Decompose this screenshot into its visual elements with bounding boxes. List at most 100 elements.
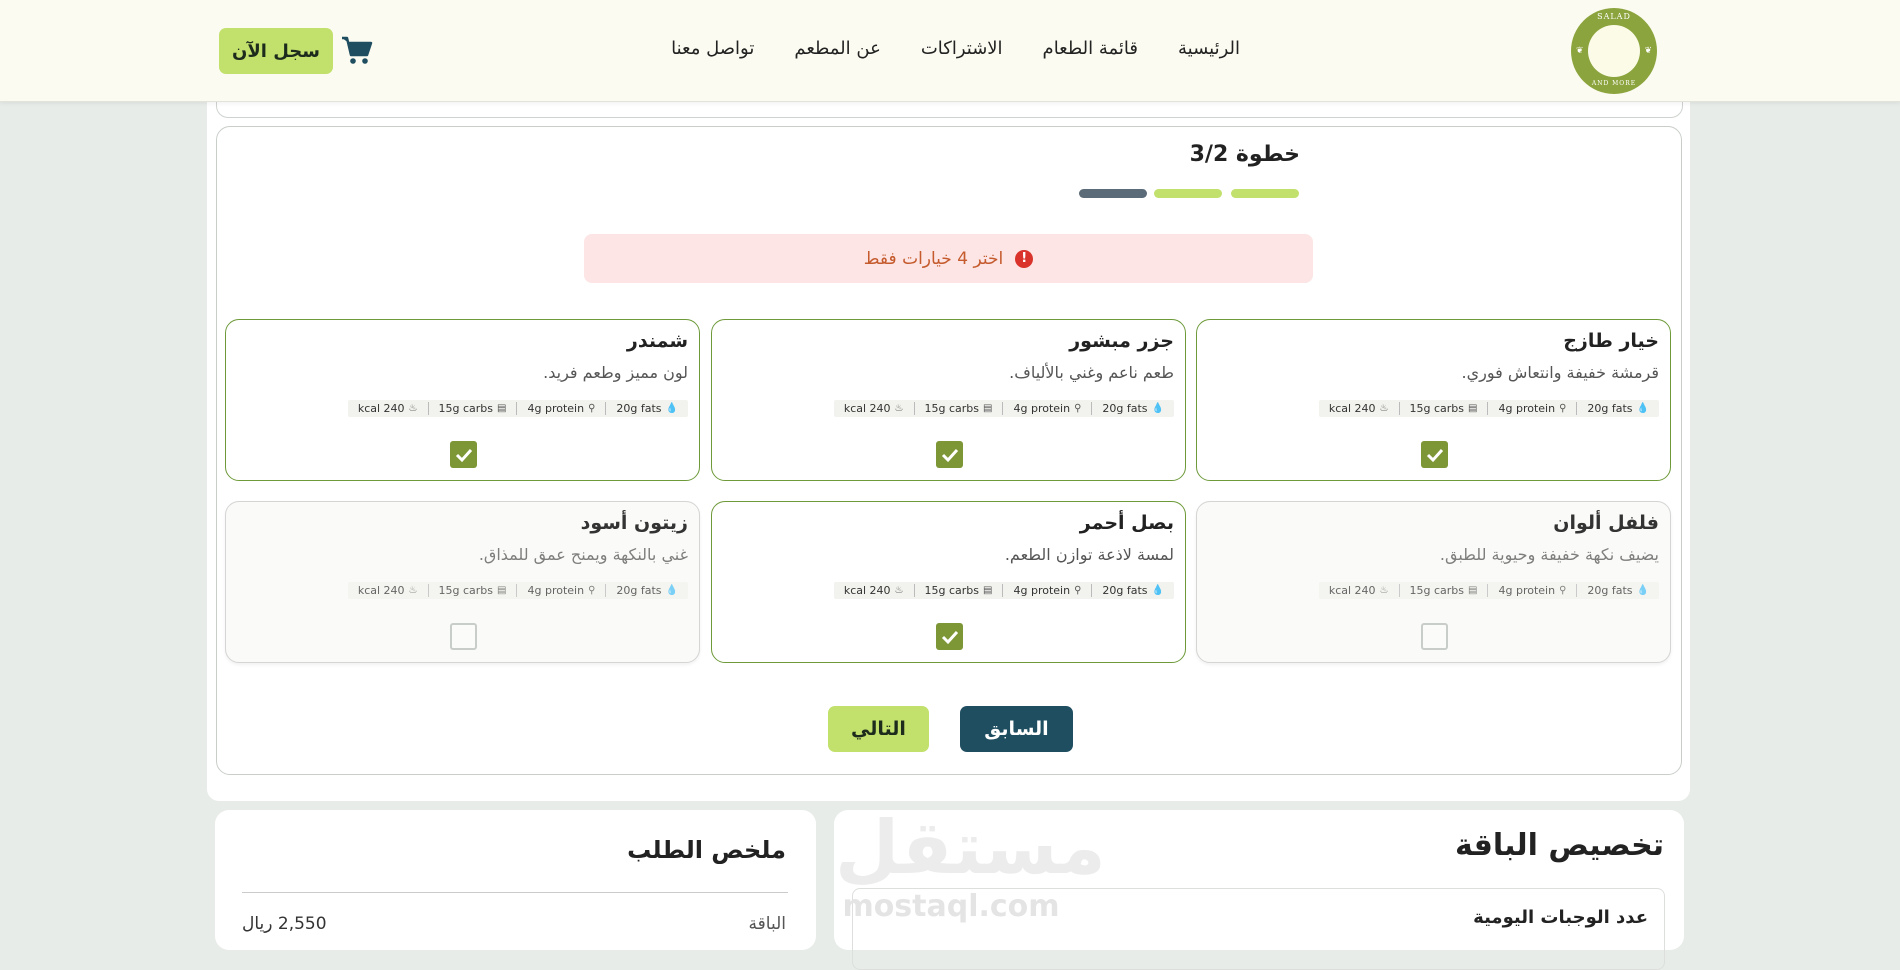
- fats-icon: 💧: [1151, 403, 1164, 414]
- option-description: طعم ناعم وغني بالألياف.: [1009, 363, 1174, 382]
- nav-item-about[interactable]: عن المطعم: [794, 38, 880, 59]
- kcal-value: 240 kcal: [1328, 402, 1376, 415]
- order-summary-card: ملخص الطلب الباقة 2,550 ريال: [215, 810, 816, 950]
- protein-value: 4g protein: [1013, 402, 1071, 415]
- kcal-value: 240 kcal: [1328, 584, 1376, 597]
- option-checkbox[interactable]: [936, 623, 963, 650]
- protein-value: 4g protein: [527, 584, 585, 597]
- watermark-sub: mostaql.com: [842, 889, 1060, 924]
- logo-bottom-text: AND MORE: [1591, 80, 1637, 87]
- carbs-value: 15g carbs: [1409, 584, 1465, 597]
- carbs-icon: ▤: [497, 403, 507, 414]
- check-icon: [941, 630, 958, 644]
- leaf-icon: ❦: [1576, 46, 1584, 56]
- carbs-value: 15g carbs: [438, 402, 494, 415]
- fats-icon: 💧: [665, 403, 678, 414]
- option-description: لون مميز وطعم فريد.: [543, 363, 688, 382]
- option-title: جزر مبشور: [1069, 330, 1174, 352]
- site-logo[interactable]: SALAD ❦ ❦ AND MORE: [1571, 8, 1657, 94]
- fats-icon: 💧: [1151, 585, 1164, 596]
- watermark: مستقل mostaql.com: [835, 805, 1106, 924]
- alert-text: اختر 4 خيارات فقط: [863, 248, 1004, 269]
- fats-icon: 💧: [1636, 585, 1649, 596]
- check-icon: [1426, 448, 1443, 462]
- selection-alert: ! اختر 4 خيارات فقط: [584, 234, 1313, 283]
- carbs-icon: ▤: [1468, 403, 1478, 414]
- fats-icon: 💧: [1636, 403, 1649, 414]
- option-checkbox[interactable]: [1421, 441, 1448, 468]
- option-title: زيتون أسود: [580, 512, 688, 534]
- protein-icon: ⚲: [1559, 585, 1567, 596]
- nutrition-bar: 💧 20g fats ⚲ 4g protein ▤ 15g carbs ♨ 240 kc…: [1318, 400, 1659, 417]
- option-description: يضيف نكهة خفيفة وحيوية للطبق.: [1439, 545, 1659, 564]
- carbs-icon: ▤: [983, 585, 993, 596]
- option-title: خيار طازج: [1563, 330, 1659, 352]
- kcal-icon: ♨: [894, 403, 904, 414]
- nav-item-contact[interactable]: تواصل معنا: [671, 38, 754, 59]
- step-title: خطوة 3/2: [1189, 142, 1300, 167]
- fats-value: 20g fats: [616, 402, 662, 415]
- kcal-value: 240 kcal: [357, 584, 405, 597]
- option-checkbox[interactable]: [936, 441, 963, 468]
- nutrition-bar: 💧 20g fats ⚲ 4g protein ▤ 15g carbs ♨ 240 kc…: [1318, 582, 1659, 599]
- customization-title: تخصيص الباقة: [1455, 828, 1664, 863]
- watermark-main: مستقل: [835, 805, 1106, 891]
- nav-item-menu[interactable]: قائمة الطعام: [1043, 38, 1138, 59]
- option-title: فلفل ألوان: [1553, 512, 1659, 534]
- fats-value: 20g fats: [1102, 402, 1148, 415]
- carbs-icon: ▤: [1468, 585, 1478, 596]
- option-card-black-olives[interactable]: زيتون أسود غني بالنكهة ويمنح عمق للمذاق.…: [225, 501, 700, 663]
- option-card-bell-pepper[interactable]: فلفل ألوان يضيف نكهة خفيفة وحيوية للطبق.…: [1196, 501, 1671, 663]
- kcal-icon: ♨: [1379, 403, 1389, 414]
- option-card-carrot[interactable]: جزر مبشور طعم ناعم وغني بالألياف. 💧 20g f…: [711, 319, 1186, 481]
- option-checkbox[interactable]: [450, 441, 477, 468]
- daily-meals-label: عدد الوجبات اليومية: [1473, 907, 1648, 928]
- summary-divider: [242, 892, 788, 893]
- kcal-icon: ♨: [1379, 585, 1389, 596]
- option-card-cucumber[interactable]: خيار طازج قرمشة خفيفة وانتعاش فوري. 💧 20g…: [1196, 319, 1671, 481]
- check-icon: [941, 448, 958, 462]
- kcal-icon: ♨: [408, 403, 418, 414]
- carbs-value: 15g carbs: [924, 402, 980, 415]
- carbs-icon: ▤: [983, 403, 993, 414]
- register-button[interactable]: سجل الآن: [219, 28, 333, 74]
- protein-value: 4g protein: [1498, 402, 1556, 415]
- carbs-value: 15g carbs: [438, 584, 494, 597]
- nutrition-bar: 💧 20g fats ⚲ 4g protein ▤ 15g carbs ♨ 240 kc…: [833, 400, 1174, 417]
- nutrition-bar: 💧 20g fats ⚲ 4g protein ▤ 15g carbs ♨ 240 kc…: [833, 582, 1174, 599]
- check-icon: [455, 448, 472, 462]
- kcal-icon: ♨: [408, 585, 418, 596]
- fats-value: 20g fats: [1102, 584, 1148, 597]
- carbs-value: 15g carbs: [1409, 402, 1465, 415]
- protein-icon: ⚲: [1559, 403, 1567, 414]
- progress-segment-1: [1231, 189, 1299, 198]
- fats-icon: 💧: [665, 585, 678, 596]
- option-card-red-onion[interactable]: بصل أحمر لمسة لاذعة توازن الطعم. 💧 20g fa…: [711, 501, 1186, 663]
- main-nav: الرئيسية قائمة الطعام الاشتراكات عن المط…: [671, 38, 1240, 59]
- nutrition-bar: 💧 20g fats ⚲ 4g protein ▤ 15g carbs ♨ 240 kc…: [347, 400, 688, 417]
- next-button[interactable]: التالي: [828, 706, 929, 752]
- option-description: قرمشة خفيفة وانتعاش فوري.: [1461, 363, 1659, 382]
- protein-icon: ⚲: [588, 403, 596, 414]
- protein-value: 4g protein: [1498, 584, 1556, 597]
- option-checkbox[interactable]: [450, 623, 477, 650]
- kcal-icon: ♨: [894, 585, 904, 596]
- option-title: شمندر: [626, 330, 688, 352]
- cart-icon[interactable]: [340, 33, 374, 67]
- package-price: 2,550 ريال: [242, 914, 327, 934]
- option-checkbox[interactable]: [1421, 623, 1448, 650]
- option-card-beetroot[interactable]: شمندر لون مميز وطعم فريد. 💧 20g fats ⚲ 4g …: [225, 319, 700, 481]
- nutrition-bar: 💧 20g fats ⚲ 4g protein ▤ 15g carbs ♨ 240 kc…: [347, 582, 688, 599]
- fats-value: 20g fats: [1587, 584, 1633, 597]
- nav-item-subscriptions[interactable]: الاشتراكات: [921, 38, 1003, 59]
- summary-title: ملخص الطلب: [627, 836, 786, 864]
- previous-button[interactable]: السابق: [960, 706, 1073, 752]
- carbs-value: 15g carbs: [924, 584, 980, 597]
- alert-icon: !: [1015, 249, 1034, 268]
- top-navbar: SALAD ❦ ❦ AND MORE الرئيسية قائمة الطعام…: [0, 0, 1900, 102]
- nav-item-home[interactable]: الرئيسية: [1178, 38, 1240, 59]
- fats-value: 20g fats: [1587, 402, 1633, 415]
- kcal-value: 240 kcal: [357, 402, 405, 415]
- carbs-icon: ▤: [497, 585, 507, 596]
- leaf-icon: ❦: [1644, 46, 1652, 56]
